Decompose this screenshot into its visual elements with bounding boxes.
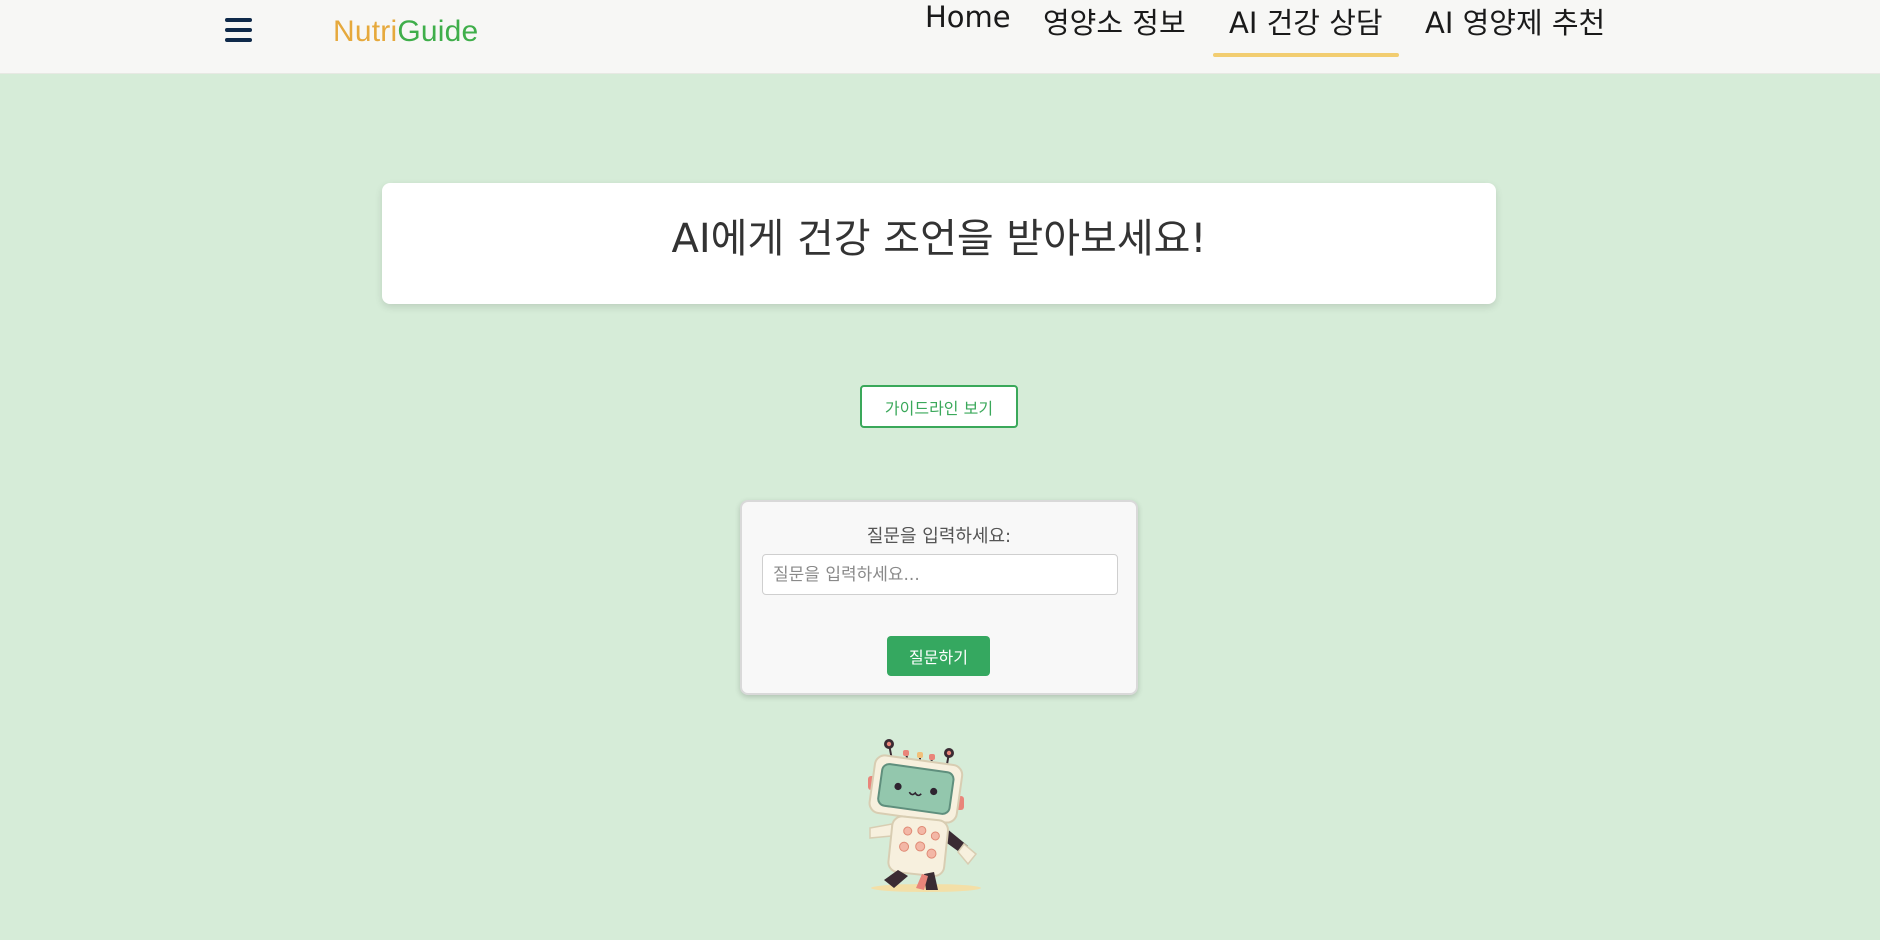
question-form: 질문을 입력하세요: 질문하기 bbox=[740, 500, 1138, 695]
top-navbar: NutriGuide Home 영양소 정보 AI 건강 상담 AI 영양제 추… bbox=[0, 0, 1880, 74]
question-input[interactable] bbox=[762, 554, 1118, 595]
site-logo[interactable]: NutriGuide bbox=[333, 15, 478, 49]
robot-mascot-illustration bbox=[868, 739, 981, 892]
nav-item-ai-supplement-recommend[interactable]: AI 영양제 추천 bbox=[1425, 0, 1605, 40]
guideline-button[interactable]: 가이드라인 보기 bbox=[860, 385, 1018, 428]
hamburger-menu-icon[interactable] bbox=[225, 18, 252, 42]
nav-item-home[interactable]: Home bbox=[925, 0, 1011, 40]
page-title: AI에게 건강 조언을 받아보세요! bbox=[671, 215, 1207, 262]
submit-question-button[interactable]: 질문하기 bbox=[887, 636, 990, 676]
question-label: 질문을 입력하세요: bbox=[866, 526, 1012, 547]
logo-text-nutri: Nutri bbox=[333, 15, 398, 48]
nav-item-nutrient-info[interactable]: 영양소 정보 bbox=[1043, 0, 1186, 40]
logo-text-guide: Guide bbox=[397, 15, 479, 48]
title-card: AI에게 건강 조언을 받아보세요! bbox=[382, 183, 1496, 304]
active-tab-indicator bbox=[1213, 53, 1399, 57]
nav-item-ai-health-consult[interactable]: AI 건강 상담 bbox=[1229, 0, 1383, 40]
